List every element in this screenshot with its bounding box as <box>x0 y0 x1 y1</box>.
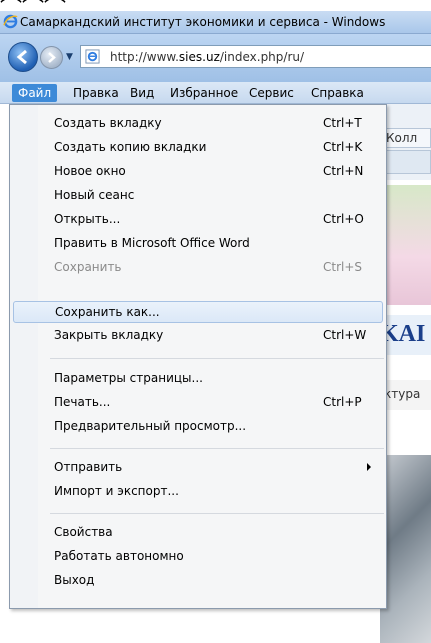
menu-item-print[interactable]: Печать... Ctrl+P <box>13 392 383 414</box>
menu-item-exit[interactable]: Выход <box>13 570 383 592</box>
menu-item-shortcut: Ctrl+W <box>323 328 367 342</box>
menu-item-save[interactable]: Сохранить Ctrl+S <box>13 257 383 279</box>
menu-item-new-tab[interactable]: Создать вкладку Ctrl+T <box>13 113 383 135</box>
menu-item-duplicate-tab[interactable]: Создать копию вкладки Ctrl+K <box>13 137 383 159</box>
menu-separator <box>50 358 384 359</box>
background-tab-strip <box>380 150 431 174</box>
menu-item-open[interactable]: Открыть... Ctrl+O <box>13 209 383 231</box>
address-bar[interactable]: http://www.sies.uz/index.php/ru/ <box>80 45 431 68</box>
menu-item-label: Выход <box>54 573 95 587</box>
content-area-below-menu <box>0 609 380 643</box>
window-titlebar: Самаркандский институт экономики и серви… <box>0 11 431 34</box>
menu-item-label: Сохранить <box>54 260 122 274</box>
nav-link-text: ктура <box>384 387 421 401</box>
menu-item-label: Отправить <box>54 460 123 474</box>
background-tab-label: Колл <box>386 131 418 145</box>
menu-item-print-preview[interactable]: Предварительный просмотр... <box>13 416 383 438</box>
menu-item-label: Свойства <box>54 525 113 539</box>
menu-item-label: Печать... <box>54 395 111 409</box>
background-photo <box>380 455 431 643</box>
forward-button[interactable] <box>40 46 63 69</box>
menu-item-label: Импорт и экспорт... <box>54 484 179 498</box>
menu-item-page-setup[interactable]: Параметры страницы... <box>13 368 383 390</box>
menu-item-shortcut: Ctrl+O <box>323 212 364 226</box>
history-dropdown-icon[interactable]: ▼ <box>66 52 73 62</box>
url-text[interactable]: http://www.sies.uz/index.php/ru/ <box>110 50 304 64</box>
menu-item-label: Создать копию вкладки <box>54 140 207 154</box>
background-banner: KAI <box>380 315 431 355</box>
menu-tools[interactable]: Сервис <box>243 84 300 102</box>
menu-item-label: Сохранить как... <box>55 305 160 319</box>
background-tab[interactable]: Колл <box>380 128 431 148</box>
back-button[interactable] <box>8 42 38 72</box>
menu-item-label: Открыть... <box>54 212 121 226</box>
menu-item-new-window[interactable]: Новое окно Ctrl+N <box>13 161 383 183</box>
menu-item-label: Параметры страницы... <box>54 371 203 385</box>
menu-file[interactable]: Файл <box>12 84 58 102</box>
menu-item-shortcut: Ctrl+K <box>323 140 363 154</box>
background-flower-image <box>380 185 431 305</box>
menu-item-shortcut: Ctrl+N <box>323 164 364 178</box>
menu-item-label: Работать автономно <box>54 549 184 563</box>
file-menu-dropdown: Создать вкладку Ctrl+T Создать копию вкл… <box>9 104 387 609</box>
menu-edit[interactable]: Правка <box>67 84 125 102</box>
menu-item-save-as[interactable]: Сохранить как... <box>13 301 383 323</box>
background-nav-link[interactable]: ктура <box>380 380 431 410</box>
page-icon <box>85 49 100 64</box>
back-arrow-icon <box>16 49 27 65</box>
menu-favorites[interactable]: Избранное <box>164 84 244 102</box>
ie-logo-icon <box>3 14 18 29</box>
menu-item-label: Править в Microsoft Office Word <box>54 236 250 250</box>
menu-item-work-offline[interactable]: Работать автономно <box>13 546 383 568</box>
menu-view[interactable]: Вид <box>124 84 160 102</box>
menu-bar: Файл Правка Вид Избранное Сервис Справка <box>0 82 431 104</box>
menu-item-shortcut: Ctrl+T <box>323 116 362 130</box>
menu-item-send[interactable]: Отправить <box>13 457 383 479</box>
window-title: Самаркандский институт экономики и серви… <box>20 15 386 29</box>
menu-item-label: Новый сеанс <box>54 188 135 202</box>
menu-separator <box>50 448 384 449</box>
menu-item-new-session[interactable]: Новый сеанс <box>13 185 383 207</box>
menu-item-import-export[interactable]: Импорт и экспорт... <box>13 481 383 503</box>
submenu-arrow-icon <box>367 463 371 471</box>
menu-item-label: Закрыть вкладку <box>54 328 164 342</box>
menu-item-label: Предварительный просмотр... <box>54 419 247 433</box>
menu-help[interactable]: Справка <box>305 84 370 102</box>
top-edge-fragment: ⌒⌒⌒ <box>0 0 431 21</box>
menu-item-properties[interactable]: Свойства <box>13 522 383 544</box>
forward-arrow-icon <box>48 52 56 63</box>
menu-item-close-tab[interactable]: Закрыть вкладку Ctrl+W <box>13 325 383 347</box>
menu-item-shortcut: Ctrl+S <box>323 260 363 274</box>
menu-item-label: Создать вкладку <box>54 116 162 130</box>
menu-item-label: Новое окно <box>54 164 126 178</box>
menu-separator <box>50 513 384 514</box>
menu-item-edit-in-word[interactable]: Править в Microsoft Office Word <box>13 233 383 255</box>
menu-item-shortcut: Ctrl+P <box>323 395 362 409</box>
